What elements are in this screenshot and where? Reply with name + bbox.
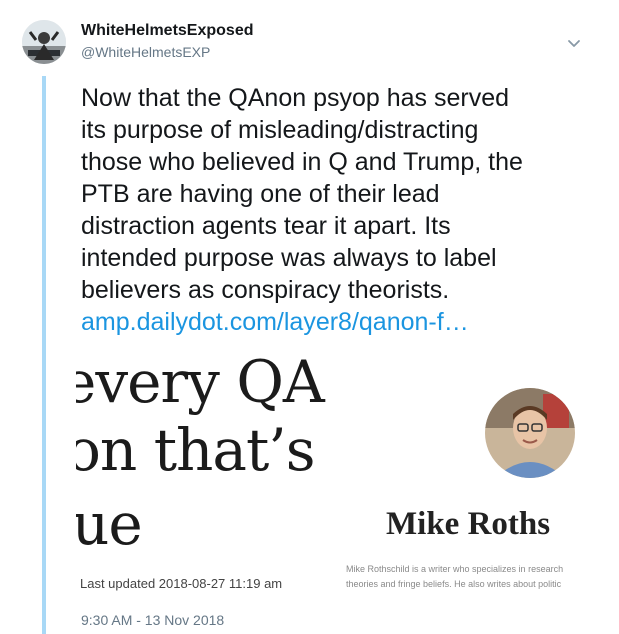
user-handle[interactable]: @WhiteHelmetsEXP: [81, 44, 210, 60]
author-photo: [485, 388, 575, 478]
link-preview-card[interactable]: every QA on that’s ue Mike Roths Mike Ro…: [76, 344, 586, 594]
author-name: Mike Roths: [386, 506, 551, 542]
last-updated: Last updated 2018-08-27 11:19 am: [80, 576, 283, 591]
tweet-timestamp[interactable]: 9:30 AM - 13 Nov 2018: [81, 612, 224, 628]
display-name[interactable]: WhiteHelmetsExposed: [81, 22, 253, 40]
tweet-text-line: believers as conspiracy theorists.: [81, 276, 450, 304]
tweet-text: Now that the QAnon psyop has served its …: [81, 82, 601, 338]
card-headline-line: on that’s: [76, 416, 315, 484]
tweet-text-line: PTB are having one of their lead: [81, 180, 440, 208]
author-bio-line: Mike Rothschild is a writer who speciali…: [346, 564, 564, 574]
card-headline-line: every QA: [76, 348, 325, 416]
author-bio: Mike Rothschild is a writer who speciali…: [346, 562, 586, 592]
tweet-text-line: intended purpose was always to label: [81, 244, 497, 272]
tweet-text-line: Now that the QAnon psyop has served: [81, 84, 510, 112]
tweet-text-line: its purpose of misleading/distracting: [81, 116, 479, 144]
article-link[interactable]: amp.dailydot.com/layer8/qanon-f…: [81, 306, 601, 338]
card-headline-line: ue: [76, 490, 143, 558]
profile-photo-icon: [22, 20, 66, 64]
tweet-text-line: those who believed in Q and Trump, the: [81, 148, 523, 176]
avatar[interactable]: [22, 20, 66, 64]
thread-line: [42, 76, 46, 634]
chevron-down-icon[interactable]: [566, 36, 582, 48]
author-bio-line: theories and fringe beliefs. He also wri…: [346, 579, 562, 589]
tweet-text-line: distraction agents tear it apart. Its: [81, 212, 451, 240]
